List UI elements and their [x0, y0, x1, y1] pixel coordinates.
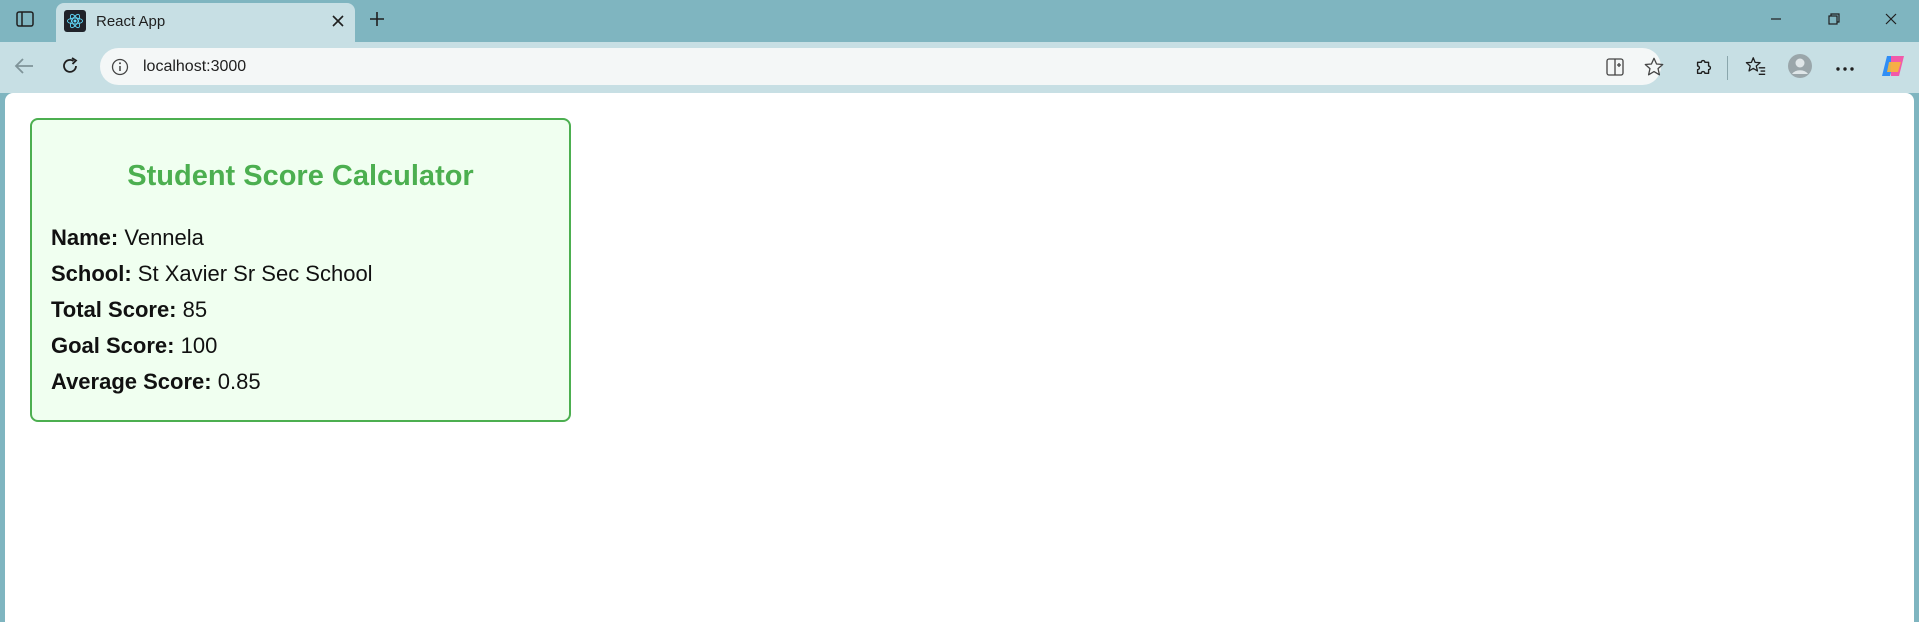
plus-icon: [368, 10, 386, 33]
favorites-icon: [1745, 55, 1767, 82]
close-icon: [1884, 12, 1898, 31]
restore-button[interactable]: [1814, 6, 1854, 36]
new-tab-button[interactable]: [362, 7, 392, 35]
copilot-icon: [1879, 52, 1907, 85]
goal-score-row: Goal Score: 100: [51, 333, 217, 359]
total-score-value: 85: [182, 297, 208, 322]
back-arrow-icon: [13, 56, 35, 81]
info-icon[interactable]: [110, 57, 130, 77]
average-score-row: Average Score: 0.85: [51, 369, 261, 395]
total-score-row: Total Score: 85: [51, 297, 207, 323]
extensions-button[interactable]: [1688, 52, 1720, 84]
name-value: Vennela: [124, 225, 204, 250]
score-card: Student Score Calculator Name: Vennela S…: [30, 118, 571, 422]
goal-score-label: Goal Score:: [51, 333, 175, 358]
name-row: Name: Vennela: [51, 225, 204, 251]
puzzle-icon: [1693, 55, 1715, 82]
copilot-button[interactable]: [1877, 52, 1909, 84]
sidebar-icon: [16, 10, 34, 32]
close-window-button[interactable]: [1871, 6, 1911, 36]
close-icon[interactable]: [327, 10, 349, 32]
goal-score-value: 100: [180, 333, 218, 358]
restore-icon: [1827, 12, 1841, 31]
more-icon: [1835, 59, 1855, 77]
average-score-value: 0.85: [217, 369, 261, 394]
minimize-icon: [1769, 12, 1783, 31]
tab-react-app[interactable]: React App: [56, 3, 355, 42]
react-icon: [64, 10, 86, 32]
url-text[interactable]: localhost:3000: [143, 58, 246, 76]
tab-strip: React App: [0, 0, 1919, 42]
reload-button[interactable]: [54, 52, 86, 84]
tab-title: React App: [96, 13, 166, 30]
school-label: School:: [51, 261, 132, 286]
reload-icon: [60, 56, 80, 81]
school-value: St Xavier Sr Sec School: [137, 261, 373, 286]
toolbar-divider: [1727, 56, 1728, 80]
profile-icon: [1787, 53, 1813, 84]
minimize-button[interactable]: [1756, 6, 1796, 36]
school-row: School: St Xavier Sr Sec School: [51, 261, 373, 287]
more-button[interactable]: [1829, 52, 1861, 84]
sidebar-toggle-button[interactable]: [10, 8, 40, 34]
name-label: Name:: [51, 225, 119, 250]
browser-toolbar: localhost:3000: [0, 42, 1919, 93]
favorites-button[interactable]: [1740, 52, 1772, 84]
split-screen-icon[interactable]: [1603, 55, 1627, 79]
average-score-label: Average Score:: [51, 369, 212, 394]
profile-button[interactable]: [1784, 52, 1816, 84]
page-title: Student Score Calculator: [127, 160, 474, 192]
address-bar[interactable]: localhost:3000: [100, 48, 1664, 85]
total-score-label: Total Score:: [51, 297, 177, 322]
page-viewport: Student Score Calculator Name: Vennela S…: [5, 93, 1914, 622]
star-icon[interactable]: [1642, 55, 1666, 79]
back-button[interactable]: [8, 52, 40, 84]
